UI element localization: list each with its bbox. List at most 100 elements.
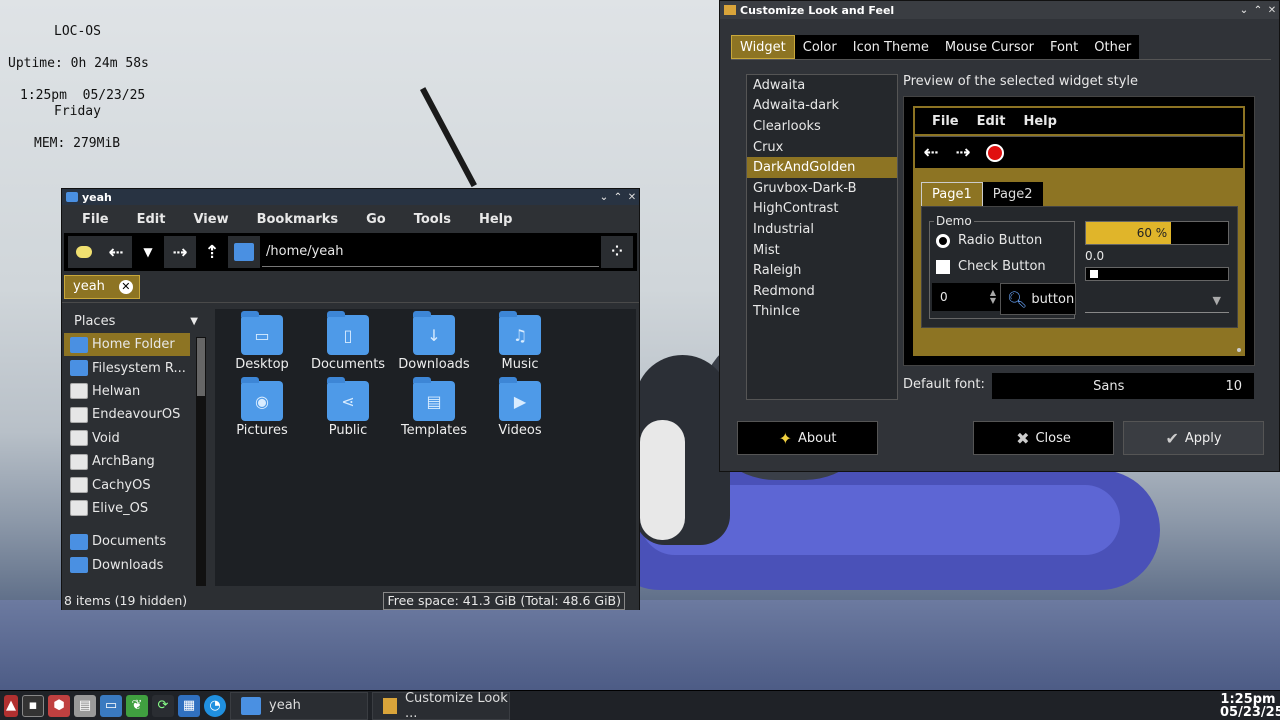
tab-yeah[interactable]: yeah ✕ bbox=[64, 274, 140, 299]
close-icon[interactable]: ✕ bbox=[625, 192, 639, 203]
maximize-icon[interactable]: ⌃ bbox=[1251, 5, 1265, 16]
up-button[interactable]: ⇡ bbox=[196, 236, 228, 268]
slider-handle[interactable] bbox=[1088, 268, 1100, 280]
preview-forward-button[interactable]: ⇢ bbox=[947, 137, 979, 169]
menu-edit[interactable]: Edit bbox=[123, 212, 180, 227]
theme-item[interactable]: Adwaita bbox=[747, 75, 897, 96]
sidebar-item[interactable]: Filesystem R... bbox=[64, 356, 190, 379]
tab-icon-theme[interactable]: Icon Theme bbox=[845, 35, 937, 59]
leaf-icon[interactable]: ❦ bbox=[126, 694, 148, 717]
calculator-icon[interactable]: ▦ bbox=[178, 694, 200, 717]
preview-menu-edit[interactable]: Edit bbox=[968, 114, 1015, 129]
scrollbar-thumb[interactable] bbox=[197, 338, 205, 396]
task-customize[interactable]: Customize Look ... bbox=[372, 691, 510, 720]
resize-grip-icon[interactable] bbox=[1237, 348, 1241, 352]
browser-icon[interactable]: ◔ bbox=[204, 694, 226, 717]
demo-radio[interactable]: Radio Button bbox=[936, 233, 1042, 248]
demo-combobox[interactable]: ▼ bbox=[1085, 289, 1229, 313]
sidebar-scrollbar[interactable] bbox=[196, 337, 206, 586]
minimize-icon[interactable]: ⌄ bbox=[1237, 5, 1251, 16]
demo-spinbutton[interactable]: 0 ▲ ▼ bbox=[932, 283, 1000, 311]
back-button[interactable]: ⇠ bbox=[100, 236, 132, 268]
tab-color[interactable]: Color bbox=[795, 35, 845, 59]
display-icon[interactable]: ▭ bbox=[100, 694, 122, 717]
tab-widget[interactable]: Widget bbox=[731, 35, 795, 59]
menu-tools[interactable]: Tools bbox=[400, 212, 465, 227]
disk-icon[interactable]: ▤ bbox=[74, 694, 96, 717]
menu-view[interactable]: View bbox=[179, 212, 242, 227]
clock[interactable]: 1:25pm 05/23/25 bbox=[1220, 693, 1280, 719]
history-dropdown-button[interactable]: ▼ bbox=[132, 236, 164, 268]
task-yeah[interactable]: yeah bbox=[230, 691, 368, 720]
preview-stop-button[interactable] bbox=[979, 137, 1011, 169]
menu-help[interactable]: Help bbox=[465, 212, 526, 227]
fm-toolbar: ⇠ ▼ ⇢ ⇡ /home/yeah ⁘ bbox=[64, 233, 637, 271]
sidebar-item[interactable]: EndeavourOS bbox=[64, 403, 190, 426]
fm-tabbar: yeah ✕ bbox=[62, 271, 639, 303]
tab-close-icon[interactable]: ✕ bbox=[118, 279, 133, 294]
tab-font[interactable]: Font bbox=[1042, 35, 1086, 59]
theme-item[interactable]: Industrial bbox=[747, 219, 897, 240]
demo-button[interactable]: 🔍︎ button bbox=[1000, 283, 1076, 315]
theme-item[interactable]: ThinIce bbox=[747, 302, 897, 323]
refresh-icon[interactable]: ⟳ bbox=[152, 694, 174, 717]
home-button[interactable] bbox=[228, 236, 260, 268]
new-tab-button[interactable] bbox=[68, 236, 100, 268]
file-item[interactable]: ▯ Documents bbox=[305, 311, 391, 379]
close-button[interactable]: ✖ Close bbox=[973, 421, 1114, 455]
theme-item[interactable]: Crux bbox=[747, 137, 897, 158]
theme-item[interactable]: Redmond bbox=[747, 281, 897, 302]
theme-item[interactable]: Raleigh bbox=[747, 260, 897, 281]
sidebar-item[interactable]: Helwan bbox=[64, 380, 190, 403]
sidebar-item[interactable]: Elive_OS bbox=[64, 497, 190, 520]
menu-go[interactable]: Go bbox=[352, 212, 400, 227]
file-item[interactable]: ▤ Templates bbox=[391, 377, 477, 445]
file-item[interactable]: ▭ Desktop bbox=[219, 311, 305, 379]
cw-titlebar[interactable]: Customize Look and Feel ⌄ ⌃ ✕ bbox=[720, 1, 1279, 19]
theme-item[interactable]: DarkAndGolden bbox=[747, 157, 897, 178]
minimize-icon[interactable]: ⌄ bbox=[597, 192, 611, 203]
file-item[interactable]: ♫ Music bbox=[477, 311, 563, 379]
sidebar-item[interactable]: ArchBang bbox=[64, 450, 190, 473]
preview-tab-page1[interactable]: Page1 bbox=[921, 182, 983, 206]
terminal-icon[interactable]: ▪ bbox=[22, 694, 44, 717]
fm-titlebar[interactable]: yeah ⌄ ⌃ ✕ bbox=[62, 189, 639, 205]
theme-item[interactable]: Gruvbox-Dark-B bbox=[747, 178, 897, 199]
menu-bookmarks[interactable]: Bookmarks bbox=[243, 212, 353, 227]
preview-frame: File Edit Help ⇠ ⇢ Page1 Page2 Demo Radi… bbox=[913, 106, 1245, 356]
file-item[interactable]: ⋖ Public bbox=[305, 377, 391, 445]
file-view: ▭ Desktop ▯ Documents ↓ Downloads ♫ Music ◉ Pictu… bbox=[215, 309, 636, 586]
sidebar-item[interactable]: Downloads bbox=[64, 554, 190, 577]
menu-file[interactable]: File bbox=[68, 212, 123, 227]
theme-item[interactable]: HighContrast bbox=[747, 199, 897, 220]
theme-item[interactable]: Adwaita-dark bbox=[747, 96, 897, 117]
theme-item[interactable]: Mist bbox=[747, 240, 897, 261]
sidebar-item[interactable]: Void bbox=[64, 427, 190, 450]
preview-menu-file[interactable]: File bbox=[923, 114, 968, 129]
sidebar-item[interactable]: CachyOS bbox=[64, 473, 190, 496]
tab-other[interactable]: Other bbox=[1086, 35, 1139, 59]
preview-tab-page2[interactable]: Page2 bbox=[982, 182, 1043, 206]
maximize-icon[interactable]: ⌃ bbox=[611, 192, 625, 203]
tab-mouse-cursor[interactable]: Mouse Cursor bbox=[937, 35, 1042, 59]
about-button[interactable]: ✦ About bbox=[737, 421, 878, 455]
apply-button[interactable]: ✔ Apply bbox=[1123, 421, 1264, 455]
close-icon[interactable]: ✕ bbox=[1265, 5, 1279, 16]
theme-item[interactable]: Clearlooks bbox=[747, 116, 897, 137]
preview-back-button[interactable]: ⇠ bbox=[915, 137, 947, 169]
location-bar[interactable]: /home/yeah bbox=[262, 237, 599, 267]
sidebar-item[interactable]: Home Folder bbox=[64, 333, 190, 357]
file-item[interactable]: ↓ Downloads bbox=[391, 311, 477, 379]
demo-check[interactable]: Check Button bbox=[936, 259, 1046, 274]
file-item[interactable]: ◉ Pictures bbox=[219, 377, 305, 445]
sidebar-item[interactable]: Documents bbox=[64, 530, 190, 553]
forward-button[interactable]: ⇢ bbox=[164, 236, 196, 268]
go-button[interactable]: ⁘ bbox=[601, 236, 633, 268]
file-item[interactable]: ▶ Videos bbox=[477, 377, 563, 445]
places-header[interactable]: Places ▼ bbox=[64, 309, 208, 333]
default-font-button[interactable]: Sans 10 bbox=[992, 373, 1254, 399]
demo-slider[interactable] bbox=[1085, 267, 1229, 281]
preview-menu-help[interactable]: Help bbox=[1014, 114, 1065, 129]
package-icon[interactable]: ⬢ bbox=[48, 694, 70, 717]
menu-icon[interactable]: ▲ bbox=[4, 694, 18, 717]
